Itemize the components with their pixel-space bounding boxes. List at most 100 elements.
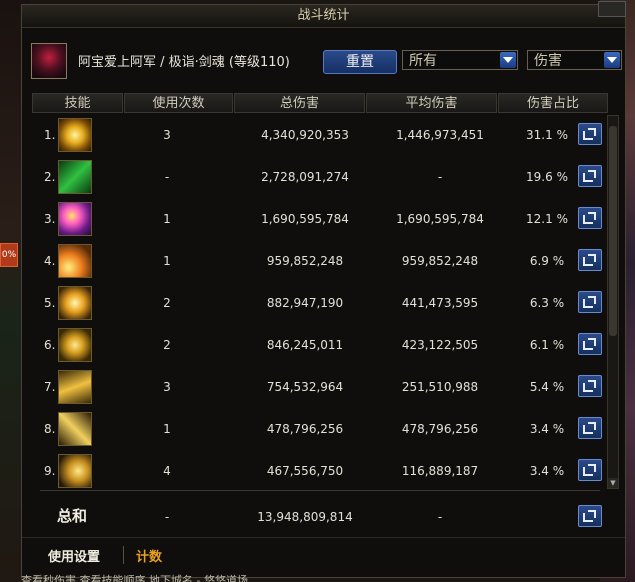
row-total-damage: 754,532,964 [266,380,344,394]
triple-slash-skill-icon[interactable] [58,370,92,404]
col-skill[interactable]: 技能 [32,93,123,113]
row-damage-share: 6.9 % [529,254,565,268]
row-damage-share: 6.1 % [529,338,565,352]
row-use-count: 4 [163,464,171,478]
row-total-damage: 2,728,091,274 [261,170,349,184]
table-row: 9. 4 467,556,750 116,889,187 3.4 % [22,451,602,491]
summary-share-button[interactable] [578,505,602,527]
row-use-count: 1 [163,422,171,436]
target-filter-value: 所有 [409,53,437,69]
row-use-count: 1 [163,254,171,268]
row-rank: 7. [44,380,56,394]
row-total-damage: 478,796,256 [266,422,344,436]
share-button[interactable] [578,417,602,439]
row-total-damage: 846,245,011 [266,338,344,352]
crescent-slash-skill-icon[interactable] [58,328,92,362]
table-row: 6. 2 846,245,011 423,122,505 6.1 % [22,325,602,365]
yellow-swirl-skill-icon[interactable] [58,118,92,152]
share-button[interactable] [578,249,602,271]
col-use-count[interactable]: 使用次数 [124,93,233,113]
row-avg-damage: 423,122,505 [401,338,479,352]
share-button[interactable] [578,207,602,229]
table-row: 7. 3 754,532,964 251,510,988 5.4 % [22,367,602,407]
summary-row: 总和 - 13,948,809,814 - [22,495,622,539]
arc-slash-skill-icon[interactable] [58,454,92,488]
row-rank: 8. [44,422,56,436]
left-status-badge: 0% [0,243,18,267]
row-total-damage: 467,556,750 [266,464,344,478]
scroll-down-icon[interactable]: ▼ [608,478,618,488]
summary-total: 13,948,809,814 [257,510,353,524]
summary-divider [40,490,600,491]
row-avg-damage: 251,510,988 [401,380,479,394]
table-row: 8. 1 478,796,256 478,796,256 3.4 % [22,409,602,449]
background-text-strip: 查看秒伤害 查看技能顺序 地下城名 - 悠悠道场 [21,574,248,582]
green-rune-skill-icon[interactable] [58,160,92,194]
row-avg-damage: 116,889,187 [401,464,479,478]
tab-separator [123,546,124,564]
target-filter-dropdown[interactable]: 所有 [402,50,518,70]
row-damage-share: 19.6 % [526,170,568,184]
chevron-down-icon[interactable] [500,52,516,68]
table-scrollbar[interactable]: ▼ [607,115,619,489]
row-total-damage: 1,690,595,784 [261,212,349,226]
metric-filter-dropdown[interactable]: 伤害 [527,50,622,70]
share-button[interactable] [578,165,602,187]
character-avatar [31,43,67,79]
row-use-count: 3 [163,380,171,394]
row-rank: 4. [44,254,56,268]
table-header: 技能 使用次数 总伤害 平均伤害 伤害占比 [32,93,608,113]
col-damage-share[interactable]: 伤害占比 [498,93,608,113]
share-button[interactable] [578,333,602,355]
combat-stats-window: 战斗统计 阿宝爱上阿军 / 极诣·剑魂 (等级110) 重置 所有 伤害 技能 … [21,1,626,578]
orange-slash-skill-icon[interactable] [58,244,92,278]
tab-settings[interactable]: 使用设置 [48,546,100,565]
table-row: 2. - 2,728,091,274 - 19.6 % [22,157,602,197]
summary-label: 总和 [57,507,88,525]
row-damage-share: 12.1 % [526,212,568,226]
row-avg-damage: 478,796,256 [401,422,479,436]
chevron-down-icon[interactable] [604,52,620,68]
share-button[interactable] [578,375,602,397]
row-avg-damage: 1,690,595,784 [396,212,484,226]
share-button[interactable] [578,291,602,313]
row-avg-damage: 959,852,248 [401,254,479,268]
table-row: 1. 3 4,340,920,353 1,446,973,451 31.1 % [22,115,602,155]
purple-burst-skill-icon[interactable] [58,202,92,236]
row-rank: 6. [44,338,56,352]
row-total-damage: 882,947,190 [266,296,344,310]
row-damage-share: 3.4 % [529,422,565,436]
row-use-count: 2 [163,338,171,352]
sword-cross-skill-icon[interactable] [58,412,92,446]
reset-button[interactable]: 重置 [323,50,397,74]
col-avg-damage[interactable]: 平均伤害 [366,93,497,113]
share-button[interactable] [578,123,602,145]
share-button[interactable] [578,459,602,481]
row-damage-share: 3.4 % [529,464,565,478]
summary-avg: - [437,510,443,524]
scrollbar-thumb[interactable] [609,126,617,336]
window-title: 战斗统计 [22,5,625,28]
row-rank: 9. [44,464,56,478]
col-total-damage[interactable]: 总伤害 [234,93,365,113]
summary-count: - [164,510,170,524]
row-use-count: 3 [163,128,171,142]
row-avg-damage: 1,446,973,451 [396,128,484,142]
row-rank: 3. [44,212,56,226]
row-avg-damage: 441,473,595 [401,296,479,310]
table-row: 4. 1 959,852,248 959,852,248 6.9 % [22,241,602,281]
row-rank: 5. [44,296,56,310]
row-damage-share: 5.4 % [529,380,565,394]
row-total-damage: 959,852,248 [266,254,344,268]
row-total-damage: 4,340,920,353 [261,128,349,142]
table-row: 3. 1 1,690,595,784 1,690,595,784 12.1 % [22,199,602,239]
lightning-star-skill-icon[interactable] [58,286,92,320]
table-row: 5. 2 882,947,190 441,473,595 6.3 % [22,283,602,323]
row-use-count: 1 [163,212,171,226]
tab-count[interactable]: 计数 [136,546,162,565]
row-rank: 2. [44,170,56,184]
window-close-button[interactable] [598,1,626,17]
row-use-count: - [164,170,170,184]
stats-header: 阿宝爱上阿军 / 极诣·剑魂 (等级110) 重置 所有 伤害 [22,29,625,89]
metric-filter-value: 伤害 [534,53,562,69]
